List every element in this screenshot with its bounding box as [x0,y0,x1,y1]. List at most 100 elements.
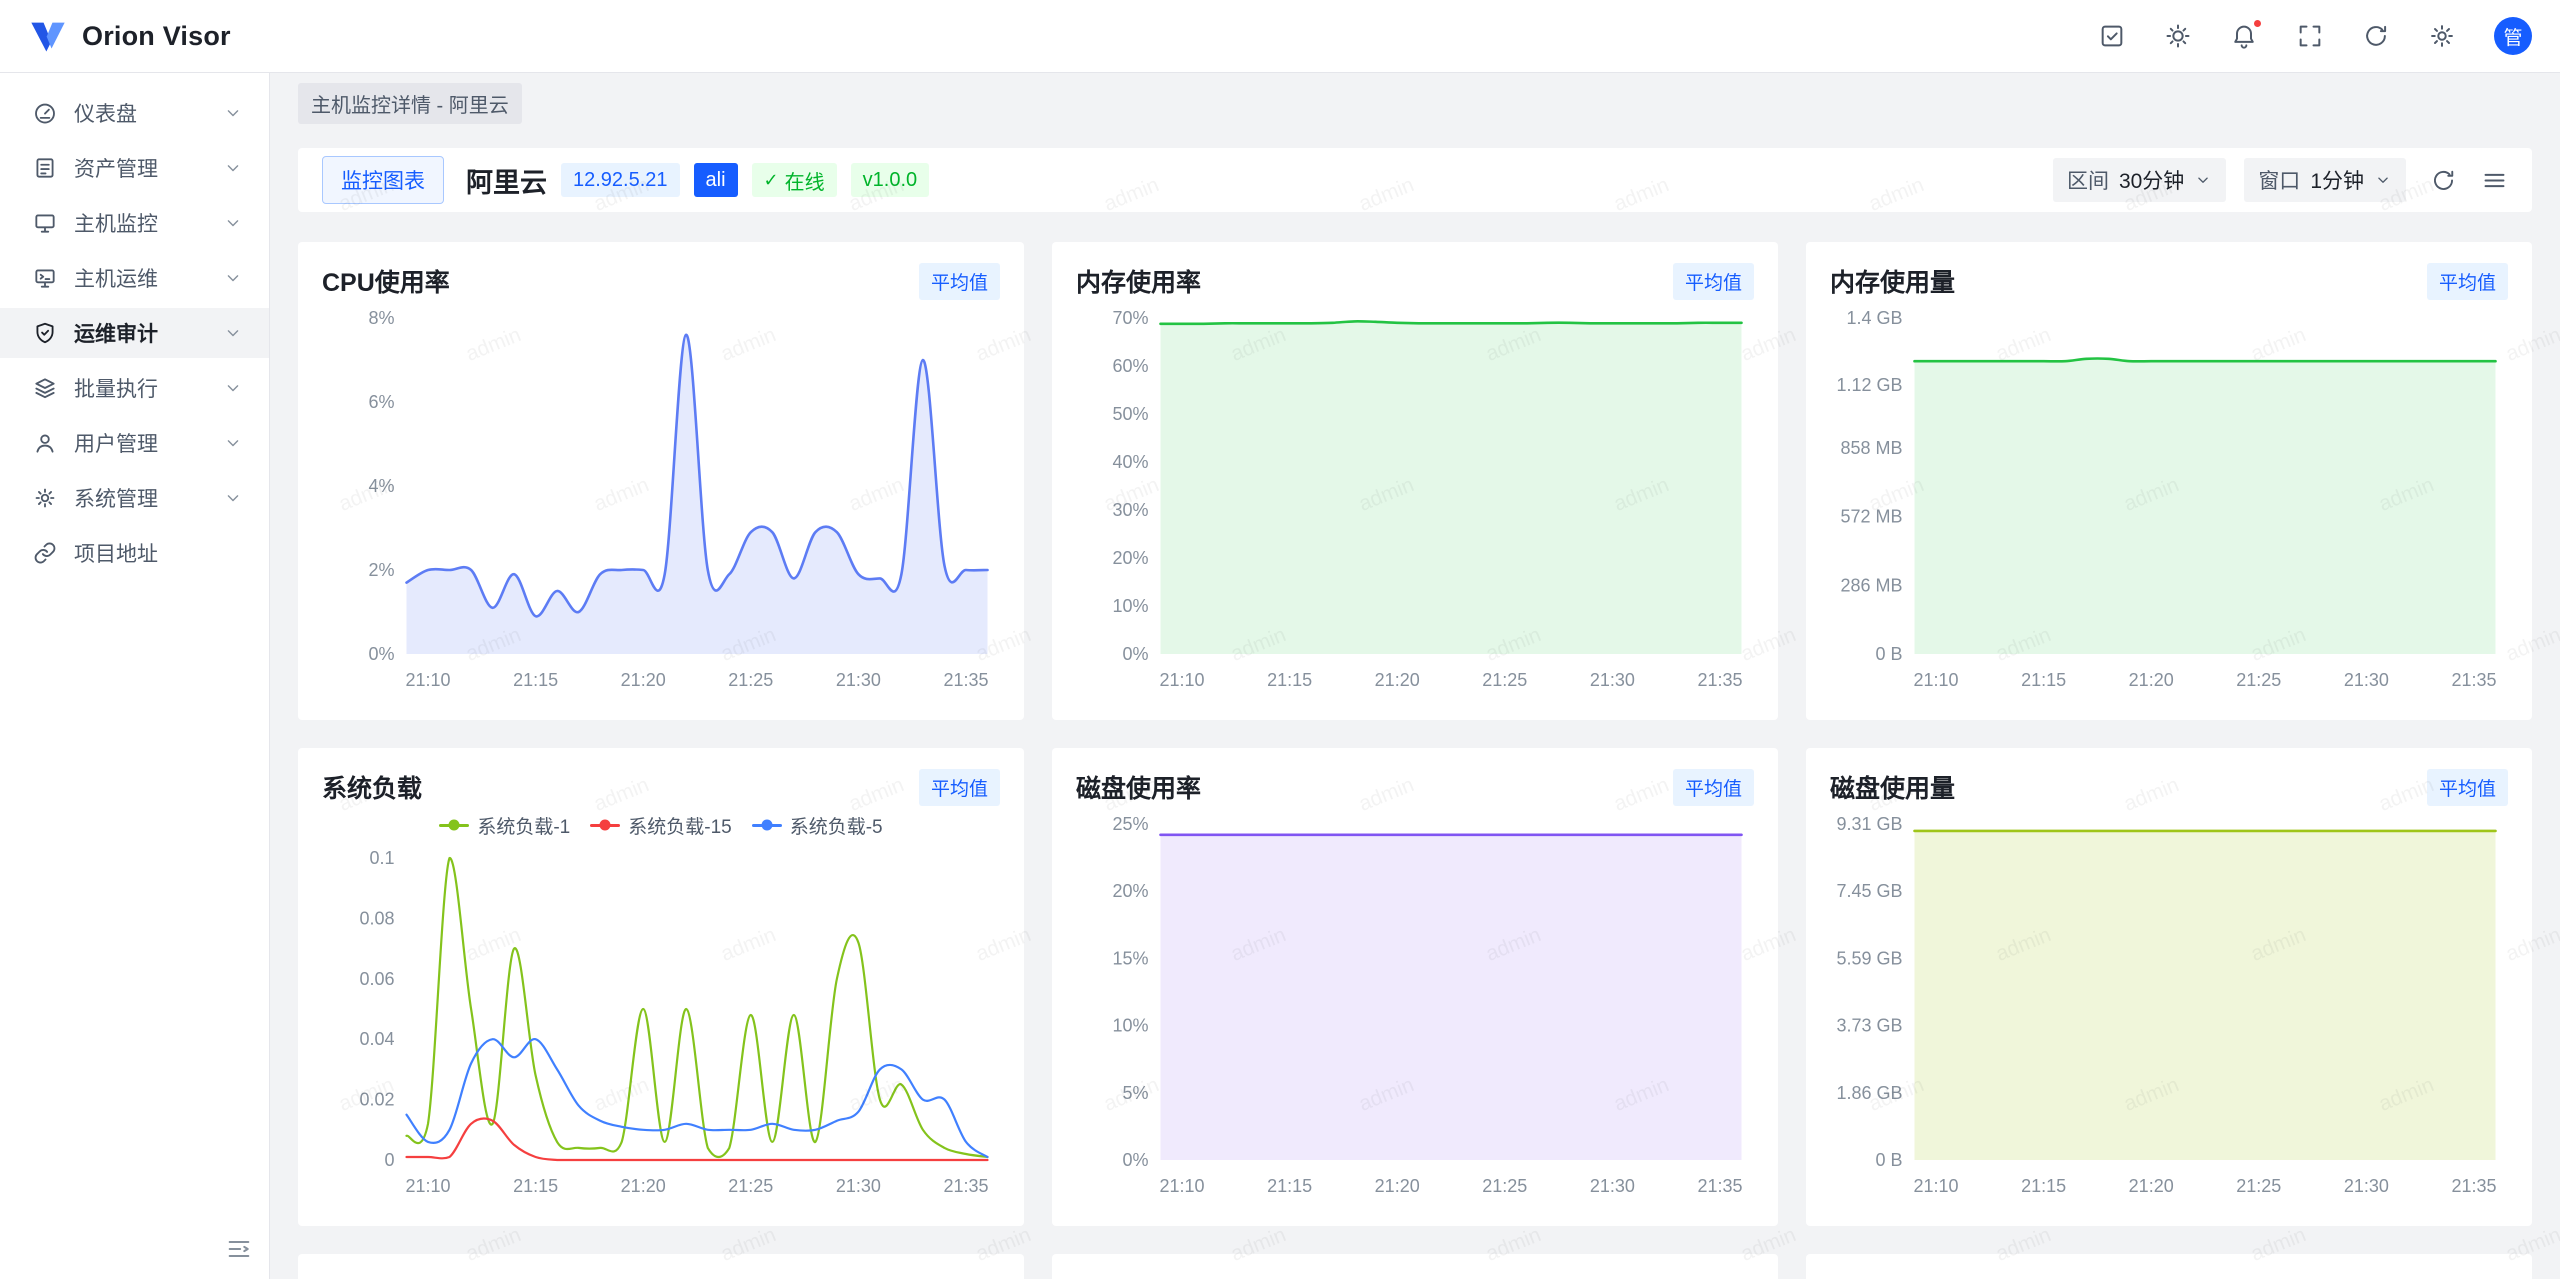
host-tag: ✓在线 [752,163,837,197]
audit-shield-icon [32,320,58,346]
svg-text:21:20: 21:20 [2129,1176,2174,1196]
interval-select[interactable]: 区间 30分钟 [2053,158,2226,202]
asset-list-icon [32,155,58,181]
breadcrumb-item[interactable]: 主机监控详情 - 阿里云 [298,83,522,124]
svg-text:40%: 40% [1112,452,1148,472]
sidebar-item-label: 主机运维 [74,263,223,293]
sidebar-item-2[interactable]: 主机监控 [0,198,269,248]
chevron-down-icon [223,103,243,123]
sidebar: 仪表盘资产管理主机监控主机运维运维审计批量执行用户管理系统管理项目地址 [0,73,270,1279]
svg-text:10%: 10% [1112,1016,1148,1036]
user-icon [32,430,58,456]
theme-sun-icon[interactable] [2164,22,2192,50]
sidebar-item-7[interactable]: 系统管理 [0,473,269,523]
host-ops-icon [32,265,58,291]
sidebar-item-8[interactable]: 项目地址 [0,528,269,578]
fullscreen-icon[interactable] [2296,22,2324,50]
sidebar-item-label: 主机监控 [74,208,223,238]
chart-title: CPU使用率 [322,263,450,299]
svg-text:21:35: 21:35 [1697,1176,1742,1196]
svg-text:21:30: 21:30 [2344,670,2389,690]
sidebar-item-0[interactable]: 仪表盘 [0,88,269,138]
app-logo[interactable]: Orion Visor [28,16,231,56]
breadcrumb: 主机监控详情 - 阿里云 [298,73,2532,124]
sidebar-item-3[interactable]: 主机运维 [0,253,269,303]
chart-card-cpu: CPU使用率平均值0%2%4%6%8%21:1021:1521:2021:252… [298,242,1024,720]
svg-text:858 MB: 858 MB [1840,438,1902,458]
host-tags: 12.92.5.21ali✓在线v1.0.0 [547,163,929,197]
refresh-icon[interactable] [2362,22,2390,50]
window-select[interactable]: 窗口 1分钟 [2244,158,2406,202]
chevron-down-icon [223,213,243,233]
svg-text:0.08: 0.08 [359,908,394,928]
svg-text:21:25: 21:25 [2236,1176,2281,1196]
logo-icon [28,16,68,56]
chevron-down-icon [223,488,243,508]
svg-text:21:30: 21:30 [1590,1176,1635,1196]
app-title: Orion Visor [82,21,231,52]
svg-text:1.4 GB: 1.4 GB [1846,308,1902,328]
svg-text:0: 0 [384,1150,394,1170]
sidebar-item-6[interactable]: 用户管理 [0,418,269,468]
check-square-icon[interactable] [2098,22,2126,50]
average-badge[interactable]: 平均值 [2427,769,2508,806]
legend-item[interactable]: 系统负载-15 [590,812,731,839]
check-icon: ✓ [764,170,779,191]
topbar: Orion Visor 管 [0,0,2560,73]
monitor-chart-button[interactable]: 监控图表 [322,156,444,204]
svg-text:8%: 8% [368,308,394,328]
svg-text:21:15: 21:15 [2021,670,2066,690]
svg-text:21:30: 21:30 [2344,1176,2389,1196]
chart-card-disk-rate: 磁盘使用率平均值0%5%10%15%20%25%21:1021:1521:202… [1052,748,1778,1226]
legend-item[interactable]: 系统负载-5 [752,812,883,839]
svg-text:21:25: 21:25 [1482,1176,1527,1196]
average-badge[interactable]: 平均值 [1673,263,1754,300]
chart-card-partial [1052,1254,1778,1279]
svg-text:0 B: 0 B [1875,644,1902,664]
notification-bell-icon[interactable] [2230,22,2258,50]
svg-text:0.04: 0.04 [359,1029,394,1049]
chevron-down-icon [223,378,243,398]
legend-label: 系统负载-5 [790,812,883,839]
svg-text:21:25: 21:25 [2236,670,2281,690]
host-tag: ali [694,163,738,197]
host-tag: v1.0.0 [851,163,929,197]
sidebar-item-4[interactable]: 运维审计 [0,308,269,358]
chevron-down-icon [223,323,243,343]
sidebar-item-5[interactable]: 批量执行 [0,363,269,413]
menu-icon[interactable] [2481,167,2508,194]
average-badge[interactable]: 平均值 [2427,263,2508,300]
interval-label: 区间 [2067,165,2109,195]
svg-text:21:25: 21:25 [728,1176,773,1196]
chart-legend: 系统负载-1 系统负载-15 系统负载-5 [322,808,1000,842]
host-name: 阿里云 [466,161,547,200]
svg-text:21:10: 21:10 [405,670,450,690]
legend-label: 系统负载-15 [628,812,731,839]
svg-text:21:20: 21:20 [621,1176,666,1196]
svg-text:21:20: 21:20 [621,670,666,690]
chevron-down-icon [223,158,243,178]
notification-dot [2252,18,2263,29]
svg-text:21:20: 21:20 [2129,670,2174,690]
system-gear-icon [32,485,58,511]
sidebar-item-1[interactable]: 资产管理 [0,143,269,193]
refresh-icon[interactable] [2430,167,2457,194]
svg-text:25%: 25% [1112,814,1148,834]
svg-text:20%: 20% [1112,881,1148,901]
svg-text:21:10: 21:10 [1913,670,1958,690]
batch-layers-icon [32,375,58,401]
chart-plot-sys-load: 00.020.040.060.080.121:1021:1521:2021:25… [322,842,1000,1202]
average-badge[interactable]: 平均值 [1673,769,1754,806]
svg-text:21:35: 21:35 [1697,670,1742,690]
average-badge[interactable]: 平均值 [919,263,1000,300]
host-header-right: 区间 30分钟 窗口 1分钟 [2053,158,2508,202]
chart-plot-cpu: 0%2%4%6%8%21:1021:1521:2021:2521:3021:35 [322,302,1000,696]
sidebar-item-label: 项目地址 [74,538,243,568]
svg-text:0%: 0% [1122,644,1148,664]
user-avatar[interactable]: 管 [2494,17,2532,55]
average-badge[interactable]: 平均值 [919,769,1000,806]
settings-gear-icon[interactable] [2428,22,2456,50]
legend-item[interactable]: 系统负载-1 [439,812,570,839]
sidebar-collapse-icon[interactable] [225,1235,253,1263]
main-content: 主机监控详情 - 阿里云 监控图表 阿里云 12.92.5.21ali✓在线v1… [270,73,2560,1279]
